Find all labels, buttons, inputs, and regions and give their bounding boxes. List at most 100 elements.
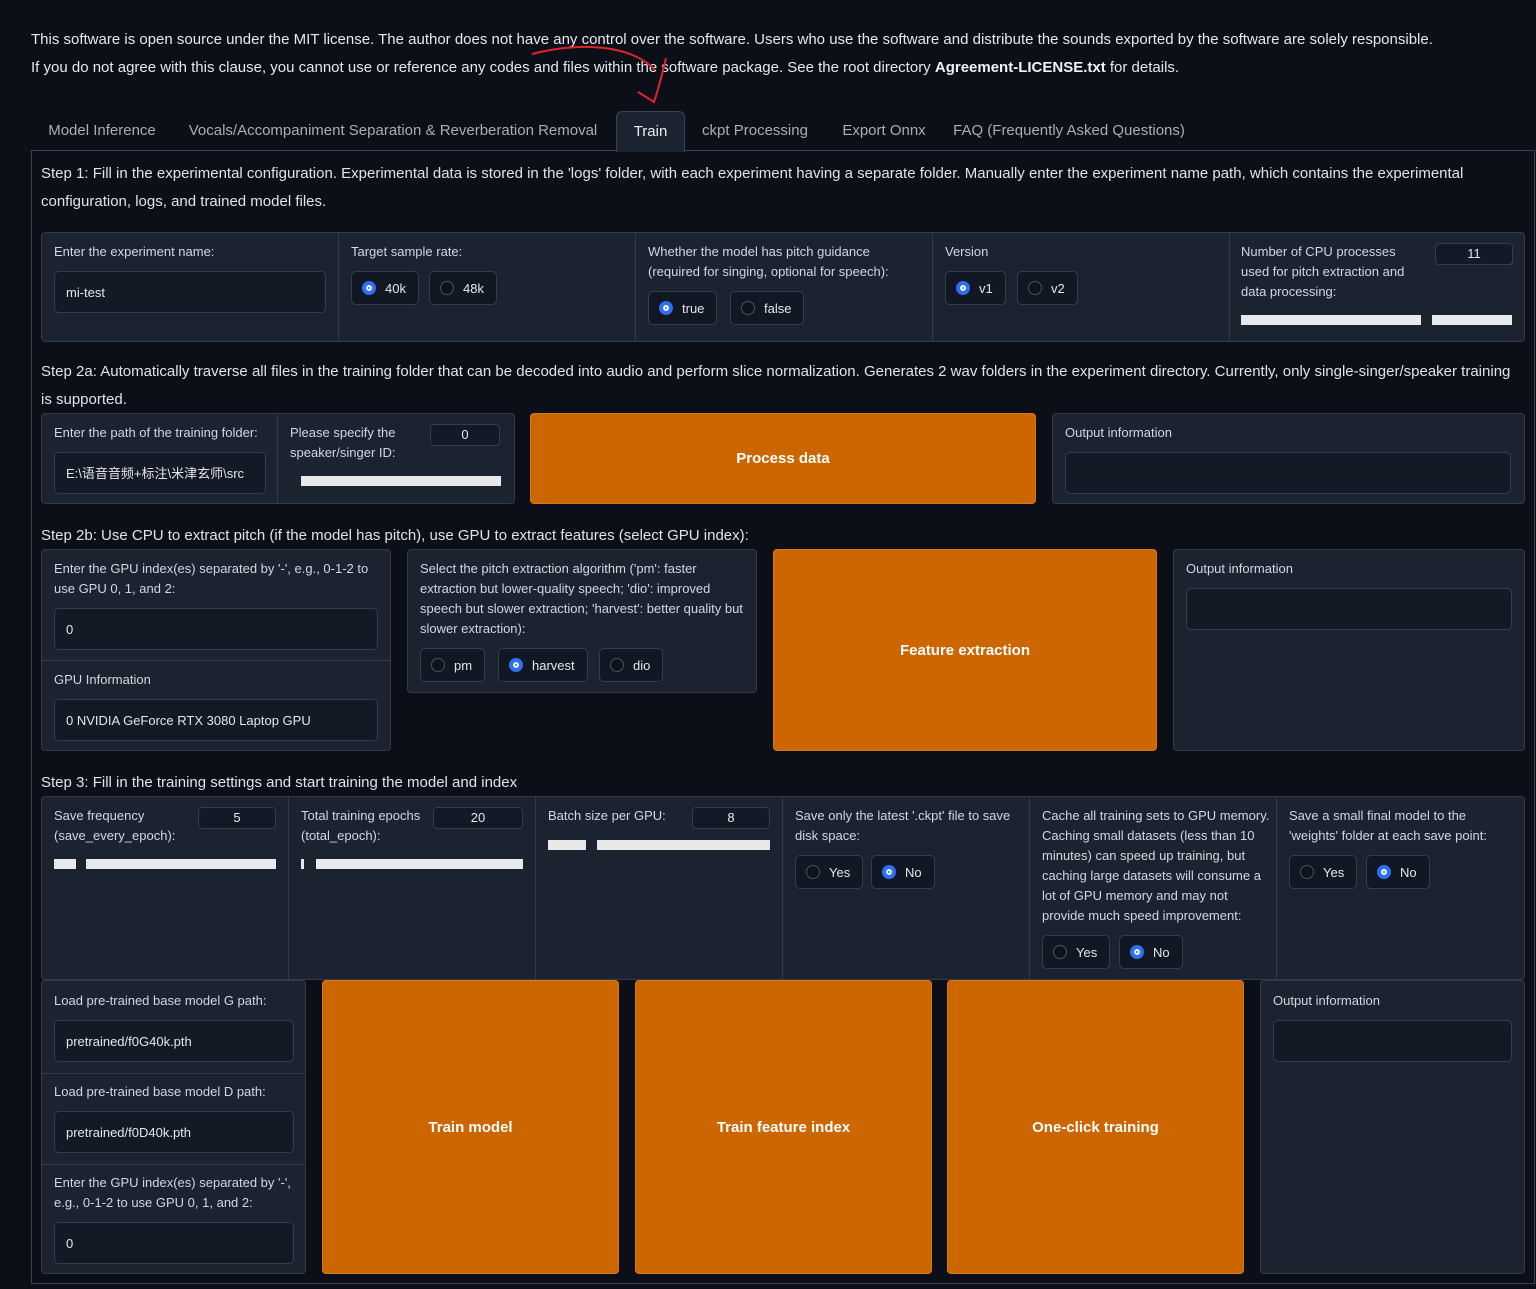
pitch-algorithm-label: Select the pitch extraction algorithm ('… [420,561,743,636]
batch-size-slider-track[interactable] [597,840,770,850]
step2b-output-box: Output information [1173,549,1525,751]
save-frequency-slider-track[interactable] [86,859,276,869]
pretrained-d-input[interactable]: pretrained/f0D40k.pth [54,1111,294,1153]
save-small-model-cell: Save a small final model to the 'weights… [1277,797,1524,979]
radio-selected-icon [956,281,970,295]
speaker-id-cell: Please specify the speaker/singer ID: 0 [278,414,514,503]
save-small-yes-radio[interactable]: Yes [1289,855,1358,889]
step3-settings-row: Save frequency (save_every_epoch): 5 Tot… [41,796,1525,980]
exp-name-input[interactable]: mi-test [54,271,326,313]
total-epochs-label: Total training epochs (total_epoch): [301,808,421,843]
algo-dio-radio[interactable]: dio [599,648,664,682]
gpu-info-text: 0 NVIDIA GeForce RTX 3080 Laptop GPU [54,699,378,741]
gpu-info-label: GPU Information [54,672,151,687]
cpu-slider-track-filled[interactable] [1241,315,1421,325]
training-folder-input[interactable]: E:\语音音频+标注\米津玄师\src [54,452,266,494]
radio-empty-icon [741,301,755,315]
cache-gpu-label: Cache all training sets to GPU memory. C… [1042,808,1270,923]
radio-empty-icon [1053,945,1067,959]
train-gpu-input[interactable]: 0 [54,1222,294,1264]
train-feature-index-button[interactable]: Train feature index [635,980,932,1274]
cpu-processes-label: Number of CPU processes used for pitch e… [1241,244,1405,299]
save-frequency-number[interactable]: 5 [198,807,276,829]
divider [42,660,390,661]
pretrained-g-input[interactable]: pretrained/f0G40k.pth [54,1020,294,1062]
radio-selected-icon [659,301,673,315]
sample-rate-48k-radio[interactable]: 48k [429,271,497,305]
step1-config-row: Enter the experiment name: mi-test Targe… [41,232,1525,342]
train-panel: Step 1: Fill in the experimental configu… [31,150,1535,1284]
algo-pm-radio[interactable]: pm [420,648,486,682]
version-cell: Version v1 v2 [933,233,1230,341]
tab-vocal-separation[interactable]: Vocals/Accompaniment Separation & Reverb… [177,111,609,151]
cache-gpu-no-radio[interactable]: No [1119,935,1183,969]
pretrained-d-label: Load pre-trained base model D path: [54,1084,266,1099]
step2b-output-text [1186,588,1512,630]
radio-empty-icon [1300,865,1314,879]
batch-size-cell: Batch size per GPU: 8 [536,797,783,979]
radio-selected-icon [362,281,376,295]
train-model-button[interactable]: Train model [322,980,619,1274]
step2a-input-row: Enter the path of the training folder: E… [41,413,515,504]
process-data-button[interactable]: Process data [530,413,1036,504]
step1-title: Step 1: Fill in the experimental configu… [41,165,1464,210]
gpu-index-input[interactable]: 0 [54,608,378,650]
pretrained-g-label: Load pre-trained base model G path: [54,993,267,1008]
pitch-algorithm-box: Select the pitch extraction algorithm ('… [407,549,757,693]
license-line-1: This software is open source under the M… [31,31,1433,48]
radio-empty-icon [806,865,820,879]
pitch-guidance-label: Whether the model has pitch guidance (re… [648,244,889,279]
save-frequency-cell: Save frequency (save_every_epoch): 5 [42,797,289,979]
save-latest-yes-radio[interactable]: Yes [795,855,864,889]
version-v2-radio[interactable]: v2 [1017,271,1078,305]
cpu-slider-track[interactable] [1432,315,1512,325]
step3-title: Step 3: Fill in the training settings an… [41,774,518,791]
step2a-output-text [1065,452,1511,494]
sample-rate-label: Target sample rate: [351,244,463,259]
total-epochs-number[interactable]: 20 [433,807,523,829]
license-notice: This software is open source under the M… [31,26,1511,82]
radio-empty-icon [440,281,454,295]
tab-model-inference[interactable]: Model Inference [31,111,173,151]
total-epochs-slider-track[interactable] [316,859,523,869]
tab-ckpt-processing[interactable]: ckpt Processing [691,111,819,151]
cache-gpu-yes-radio[interactable]: Yes [1042,935,1111,969]
step2a-output-box: Output information [1052,413,1525,504]
cpu-processes-number[interactable]: 11 [1435,243,1513,265]
cpu-processes-cell: Number of CPU processes used for pitch e… [1230,233,1524,341]
cache-gpu-cell: Cache all training sets to GPU memory. C… [1030,797,1277,979]
sample-rate-cell: Target sample rate: 40k 48k [339,233,636,341]
save-frequency-slider-filled[interactable] [54,859,76,869]
pitch-true-radio[interactable]: true [648,291,718,325]
feature-extraction-button[interactable]: Feature extraction [773,549,1157,751]
version-v1-radio[interactable]: v1 [945,271,1006,305]
pitch-guidance-cell: Whether the model has pitch guidance (re… [636,233,933,341]
radio-selected-icon [1377,865,1391,879]
output-info-label: Output information [1273,993,1380,1008]
tab-export-onnx[interactable]: Export Onnx [831,111,937,151]
pitch-false-radio[interactable]: false [730,291,805,325]
tab-train[interactable]: Train [616,111,685,152]
step3-output-box: Output information [1260,980,1525,1274]
divider [42,1073,305,1074]
save-latest-cell: Save only the latest '.ckpt' file to sav… [783,797,1030,979]
total-epochs-cell: Total training epochs (total_epoch): 20 [289,797,536,979]
tab-faq[interactable]: FAQ (Frequently Asked Questions) [951,111,1187,151]
license-file-name: Agreement-LICENSE.txt [934,59,1106,76]
speaker-id-number[interactable]: 0 [430,424,500,446]
one-click-training-button[interactable]: One-click training [947,980,1244,1274]
sample-rate-40k-radio[interactable]: 40k [351,271,419,305]
step2a-title: Step 2a: Automatically traverse all file… [41,363,1511,408]
total-epochs-slider-filled[interactable] [301,859,304,869]
save-latest-no-radio[interactable]: No [871,855,935,889]
radio-selected-icon [882,865,896,879]
radio-empty-icon [431,658,445,672]
algo-harvest-radio[interactable]: harvest [498,648,588,682]
save-small-no-radio[interactable]: No [1366,855,1430,889]
divider [42,1164,305,1165]
speaker-id-slider[interactable] [301,476,501,486]
batch-size-slider-filled[interactable] [548,840,586,850]
step2b-title: Step 2b: Use CPU to extract pitch (if th… [41,527,749,544]
radio-empty-icon [610,658,624,672]
batch-size-number[interactable]: 8 [692,807,770,829]
